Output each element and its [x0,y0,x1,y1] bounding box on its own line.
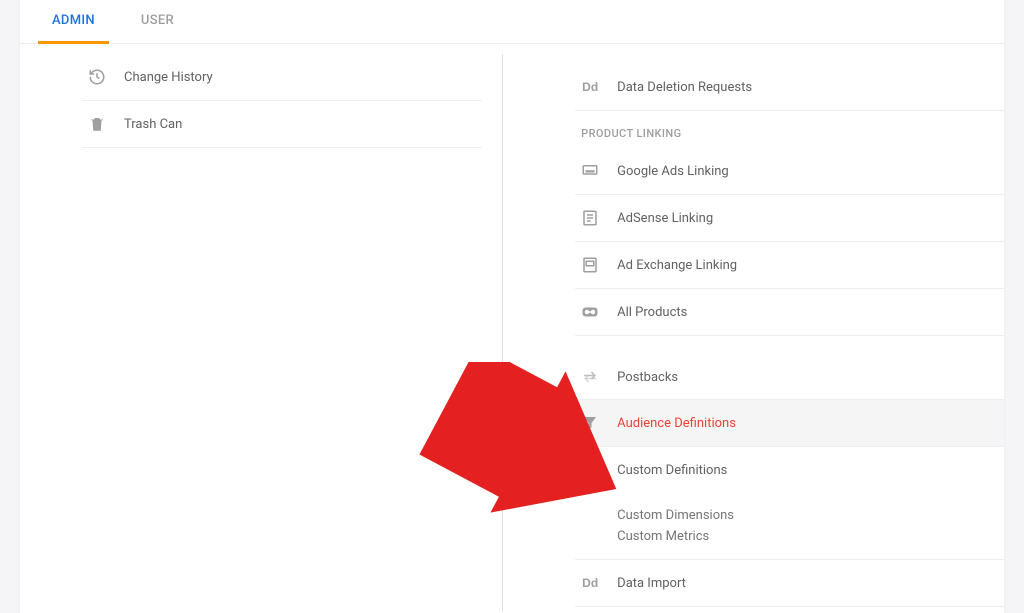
tab-admin[interactable]: ADMIN [38,0,109,44]
dd-icon: Dd [581,574,599,592]
section-product-linking: PRODUCT LINKING [575,111,1004,148]
nav-custom-dimensions[interactable]: Custom Dimensions [617,505,998,526]
content: Change History Trash Can Dd Data Deletio… [20,44,1004,611]
nav-data-import[interactable]: Dd Data Import [575,560,1004,607]
nav-postbacks[interactable]: Postbacks [575,354,1004,400]
nav-item-label: Ad Exchange Linking [617,258,737,273]
filter-icon [581,414,599,432]
nav-all-products[interactable]: All Products [575,289,1004,336]
link-icon [581,303,599,321]
nav-ad-exchange-linking[interactable]: Ad Exchange Linking [575,242,1004,289]
right-column: Dd Data Deletion Requests PRODUCT LINKIN… [502,54,1004,611]
nav-item-label: Trash Can [124,117,182,132]
swap-icon [581,368,599,386]
page-list-icon [581,209,599,227]
custom-definitions-sublist: Custom Dimensions Custom Metrics [575,493,1004,560]
dd-icon: Dd [581,461,599,479]
nav-item-label: Postbacks [617,370,678,385]
tab-user[interactable]: USER [127,0,188,44]
nav-trash-can[interactable]: Trash Can [82,101,482,148]
admin-page: ADMIN USER Change History [20,0,1004,613]
history-icon [88,68,106,86]
nav-item-label: Google Ads Linking [617,164,729,179]
nav-google-ads-linking[interactable]: Google Ads Linking [575,148,1004,195]
dd-icon: Dd [581,78,599,96]
nav-custom-metrics[interactable]: Custom Metrics [617,526,998,547]
left-column: Change History Trash Can [20,44,502,611]
spacer [575,336,1004,354]
nav-item-label: Change History [124,70,213,85]
nav-item-label: AdSense Linking [617,211,713,226]
nav-item-label: Data Deletion Requests [617,80,752,95]
nav-item-label: Data Import [617,576,686,591]
nav-change-history[interactable]: Change History [82,54,482,101]
nav-adsense-linking[interactable]: AdSense Linking [575,195,1004,242]
nav-data-deletion[interactable]: Dd Data Deletion Requests [575,64,1004,111]
nav-item-label: Audience Definitions [617,416,736,431]
nav-item-label: All Products [617,305,687,320]
billboard-icon [581,162,599,180]
nav-audience-definitions[interactable]: Audience Definitions [565,399,1004,447]
tab-bar: ADMIN USER [20,0,1004,44]
nav-custom-definitions[interactable]: Dd Custom Definitions [575,447,1004,493]
trash-icon [88,115,106,133]
page-box-icon [581,256,599,274]
nav-item-label: Custom Definitions [617,463,727,478]
